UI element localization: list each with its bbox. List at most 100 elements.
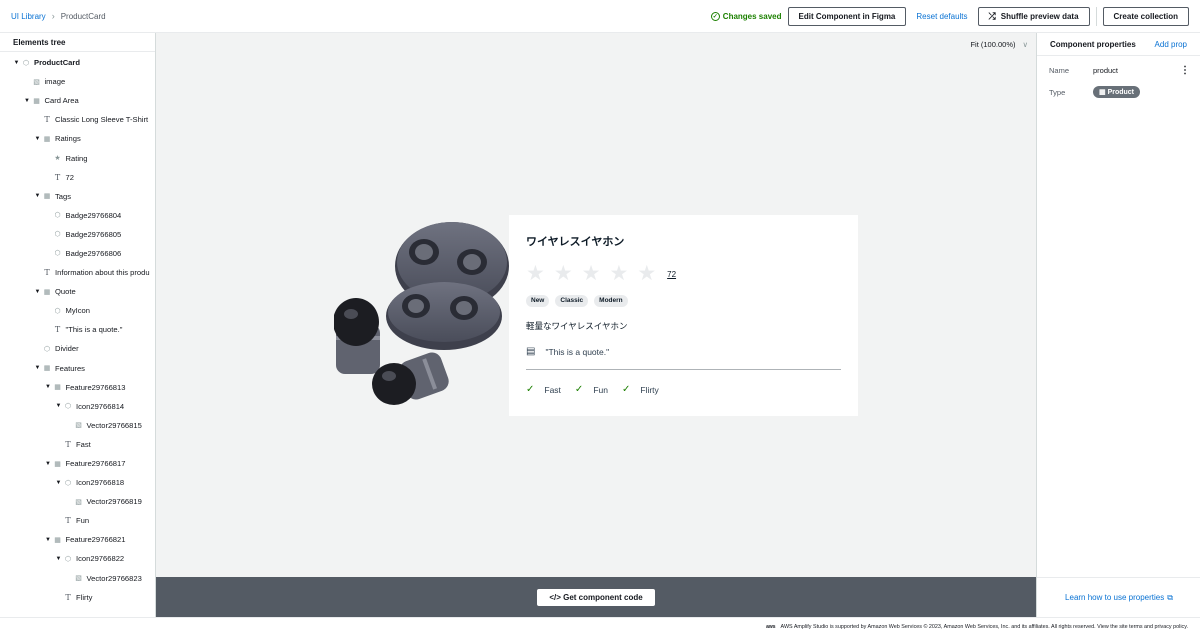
product-card[interactable]: ワイヤレスイヤホン ★ ★ ★ ★ ★ 72 New Classic Moder…: [509, 215, 858, 416]
rating-count[interactable]: 72: [667, 270, 676, 279]
tree-item[interactable]: ▼ ⬡ Icon29766822: [0, 549, 155, 568]
tree-item[interactable]: ▼T"This is a quote.": [0, 320, 155, 339]
tree-item[interactable]: ▼ ▦ Ratings: [0, 129, 155, 148]
tree-item[interactable]: ▼▧image: [0, 72, 155, 91]
caret-down-icon[interactable]: ▼: [12, 60, 21, 66]
caret-down-icon[interactable]: ▼: [23, 98, 32, 104]
tree-item[interactable]: ▼ ▦ Feature29766813: [0, 378, 155, 397]
tree-item-label: Flirty: [76, 592, 93, 602]
caret-down-icon[interactable]: ▼: [54, 403, 63, 409]
tree-item-label: Card Area: [44, 96, 79, 106]
text-icon: T: [44, 115, 50, 125]
tree-item-label: Rating: [65, 153, 88, 163]
caret-down-icon[interactable]: ▼: [44, 537, 53, 543]
tree-item[interactable]: ▼▧Vector29766815: [0, 416, 155, 435]
add-prop-button[interactable]: Add prop: [1155, 40, 1187, 49]
star-icon: ★: [637, 262, 657, 285]
caret-down-icon[interactable]: ▼: [54, 480, 63, 486]
caret-down-icon[interactable]: ▼: [44, 384, 53, 390]
badge: Modern: [594, 295, 628, 307]
top-bar: UI Library › ProductCard ✓ Changes saved…: [0, 0, 1200, 33]
tree-item[interactable]: ▼TInformation about this produ: [0, 263, 155, 282]
header-actions: ✓ Changes saved Edit Component in Figma …: [710, 7, 1189, 26]
text-icon: T: [54, 325, 61, 335]
feature-label: Flirty: [640, 384, 659, 395]
zoom-select[interactable]: Fit (100.00%) ∨: [970, 40, 1028, 49]
tree-item[interactable]: ▼⬡Divider: [0, 339, 155, 358]
elements-tree-panel: Elements tree ▼⬡ProductCard▼▧image▼▦Card…: [0, 33, 156, 617]
tree-item[interactable]: ▼ ⬡ Icon29766818: [0, 473, 155, 492]
card-title: ワイヤレスイヤホン: [526, 236, 625, 248]
tree-item[interactable]: ▼ ▦ Card Area: [0, 91, 155, 110]
tree-item[interactable]: ▼⬡MyIcon: [0, 301, 155, 320]
caret-down-icon[interactable]: ▼: [44, 461, 53, 467]
tree-item[interactable]: ▼⬡Badge29766805: [0, 225, 155, 244]
breadcrumb-ui-library[interactable]: UI Library: [11, 12, 46, 21]
elements-tree-title: Elements tree: [0, 33, 155, 52]
caret-down-icon[interactable]: ▼: [33, 289, 42, 295]
feature: ✓ Fast: [526, 384, 561, 395]
star-icon: ★: [553, 262, 573, 285]
edit-in-figma-button[interactable]: Edit Component in Figma: [787, 7, 907, 26]
tree-item[interactable]: ▼ ▦ Tags: [0, 187, 155, 206]
tree-item[interactable]: ▼▧Vector29766823: [0, 569, 155, 588]
learn-properties-link[interactable]: Learn how to use properties ⧉: [1065, 593, 1173, 603]
product-image: [334, 222, 509, 405]
earbud-left: [334, 298, 380, 374]
tree-item-label: Divider: [55, 344, 79, 354]
frame-icon: ▦: [33, 97, 40, 105]
component-icon: ⬡: [64, 555, 72, 563]
reset-defaults-button[interactable]: Reset defaults: [916, 12, 967, 21]
quote: ▤ "This is a quote.": [526, 346, 841, 357]
tree-item-label: Icon29766814: [76, 401, 125, 411]
divider: [1095, 7, 1097, 26]
tree-item-label: Fun: [76, 516, 90, 526]
tree-item-label: Icon29766822: [76, 554, 125, 564]
tree-item[interactable]: ▼T72: [0, 168, 155, 187]
prop-key: Type: [1049, 87, 1066, 97]
tree-item-label: Badge29766804: [65, 210, 122, 220]
tree-item[interactable]: ▼ ▦ Feature29766817: [0, 454, 155, 473]
tree-item[interactable]: ▼ ⬡ Icon29766814: [0, 397, 155, 416]
properties-footer: Learn how to use properties ⧉: [1037, 577, 1200, 617]
check-circle-icon: ✓: [710, 12, 720, 21]
tree-item-label: 72: [65, 172, 74, 182]
tree-item[interactable]: ▼TClassic Long Sleeve T-Shirt: [0, 110, 155, 129]
tree-item[interactable]: ▼⬡Badge29766806: [0, 244, 155, 263]
tree-item[interactable]: ▼TFun: [0, 511, 155, 530]
badge: Classic: [555, 295, 589, 307]
component-icon: ⬡: [54, 250, 61, 258]
save-status-label: Changes saved: [722, 12, 782, 21]
tree-item[interactable]: ▼TFlirty: [0, 588, 155, 607]
component-icon: ⬡: [43, 345, 51, 353]
tree-item-label: Badge29766806: [65, 248, 122, 258]
caret-down-icon[interactable]: ▼: [33, 136, 42, 142]
caret-down-icon[interactable]: ▼: [33, 365, 42, 371]
tree-item[interactable]: ▼ ⬡ ProductCard: [0, 53, 155, 72]
get-component-code-button[interactable]: </> Get component code: [537, 588, 655, 606]
create-collection-button[interactable]: Create collection: [1102, 7, 1189, 26]
tree-item[interactable]: ▼ ▦ Quote: [0, 282, 155, 301]
caret-down-icon[interactable]: ▼: [54, 556, 63, 562]
prop-row-name[interactable]: Name product ⋮: [1037, 60, 1200, 80]
rating-row: ★ ★ ★ ★ ★ 72: [526, 262, 841, 285]
tree-item[interactable]: ▼▧Vector29766819: [0, 492, 155, 511]
tree-item[interactable]: ▼TFast: [0, 435, 155, 454]
tree-item[interactable]: ▼ ▦ Features: [0, 359, 155, 378]
component-properties-panel: Component properties Add prop Name produ…: [1036, 33, 1200, 617]
tree-item[interactable]: ▼★Rating: [0, 148, 155, 167]
earbud-right: [372, 352, 449, 405]
tree-item[interactable]: ▼ ▦ Feature29766821: [0, 530, 155, 549]
check-icon: ✓: [574, 384, 584, 395]
save-status: ✓ Changes saved: [710, 12, 782, 21]
tree-item-label: image: [44, 77, 66, 87]
text-icon: T: [54, 172, 61, 182]
shuffle-preview-button[interactable]: ⤮ Shuffle preview data: [977, 7, 1090, 26]
breadcrumb-current: ProductCard: [60, 11, 106, 21]
caret-down-icon[interactable]: ▼: [33, 193, 42, 199]
tree-item-label: Classic Long Sleeve T-Shirt: [55, 115, 149, 125]
tree-item[interactable]: ▼⬡Badge29766804: [0, 206, 155, 225]
page-footer: aws AWS Amplify Studio is supported by A…: [0, 617, 1200, 635]
tree-item-label: Icon29766818: [76, 478, 125, 488]
more-options-icon[interactable]: ⋮: [1180, 65, 1190, 76]
